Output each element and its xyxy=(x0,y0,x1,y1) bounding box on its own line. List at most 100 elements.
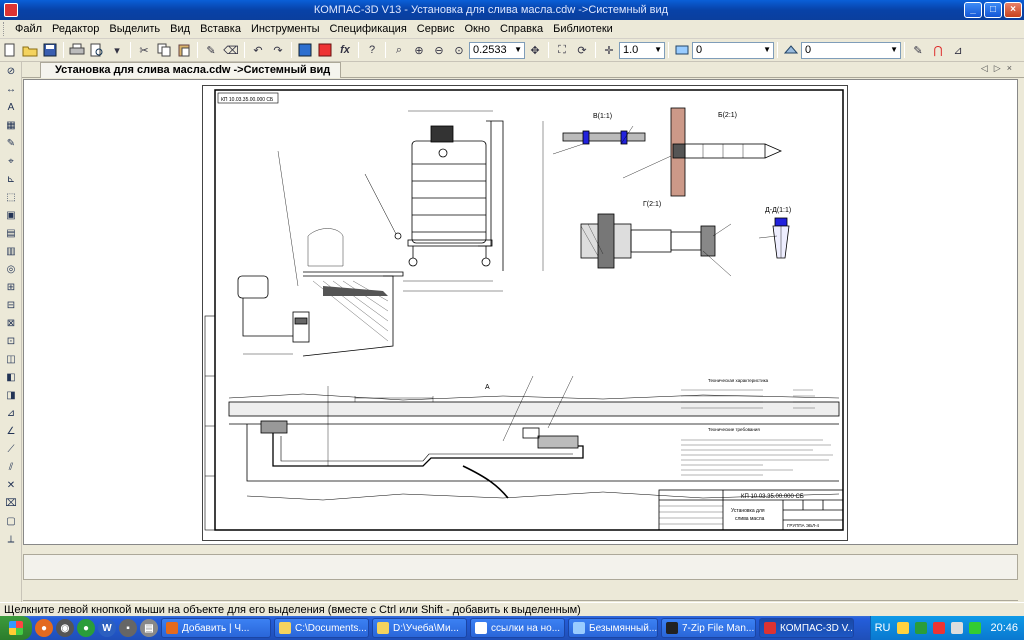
paste-icon[interactable] xyxy=(175,41,193,59)
tool-icon[interactable]: ⊟ xyxy=(2,297,20,314)
dimensions-icon[interactable]: ↔ xyxy=(2,81,20,98)
geometry-calc-icon[interactable]: ⊿ xyxy=(949,41,967,59)
cursor-step-field[interactable]: 1.0 ▼ xyxy=(619,41,665,59)
select-icon[interactable]: ⬚ xyxy=(2,189,20,206)
quicklaunch-icon[interactable]: ▤ xyxy=(140,619,158,637)
quicklaunch-icon[interactable]: ◉ xyxy=(56,619,74,637)
tray-volume-icon[interactable] xyxy=(951,622,964,634)
task-kompas[interactable]: КОМПАС-3D V... xyxy=(759,618,854,638)
properties-icon[interactable]: ✎ xyxy=(909,41,927,59)
chevron-down-icon[interactable]: ▼ xyxy=(654,45,662,54)
tool-icon[interactable]: ◫ xyxy=(2,351,20,368)
menu-insert[interactable]: Вставка xyxy=(195,23,246,35)
menu-service[interactable]: Сервис xyxy=(412,23,460,35)
layer-icon[interactable] xyxy=(673,41,691,59)
quicklaunch-icon[interactable]: ▪ xyxy=(119,619,137,637)
menu-grip[interactable] xyxy=(3,22,6,36)
tool-icon[interactable]: ⊞ xyxy=(2,279,20,296)
copy-properties-icon[interactable]: ✎ xyxy=(202,41,220,59)
edit-icon[interactable]: ✎ xyxy=(2,135,20,152)
minimize-button[interactable]: _ xyxy=(964,2,982,18)
document-tab[interactable]: Установка для слива масла.cdw ->Системны… xyxy=(40,61,342,78)
tool-icon[interactable]: ⟋ xyxy=(2,441,20,458)
task-word[interactable]: ссылки на но... xyxy=(470,618,565,638)
cleanup-icon[interactable]: ⌫ xyxy=(222,41,240,59)
tool-icon[interactable]: ▢ xyxy=(2,513,20,530)
tray-antivirus-icon[interactable] xyxy=(933,622,946,634)
tool-icon[interactable]: ✕ xyxy=(2,477,20,494)
tool-icon[interactable]: ◨ xyxy=(2,387,20,404)
zoom-level-field[interactable]: 0.2533 ▼ xyxy=(469,41,525,59)
insertions-icon[interactable]: ◎ xyxy=(2,261,20,278)
tray-shield-icon[interactable] xyxy=(897,622,910,634)
style-icon[interactable] xyxy=(782,41,800,59)
close-button[interactable]: × xyxy=(1004,2,1022,18)
tool-icon[interactable]: ⊿ xyxy=(2,405,20,422)
menu-tools[interactable]: Инструменты xyxy=(246,23,325,35)
geometry-icon[interactable]: ⊘ xyxy=(2,63,20,80)
menu-file[interactable]: Файл xyxy=(10,23,47,35)
style-field[interactable]: 0 ▼ xyxy=(801,41,901,59)
zoom-in-icon[interactable]: ⊕ xyxy=(410,41,428,59)
task-7zip[interactable]: 7-Zip File Man... xyxy=(661,618,756,638)
menu-window[interactable]: Окно xyxy=(459,23,495,35)
tool-icon[interactable]: ⟂ xyxy=(2,531,20,548)
hatch-icon[interactable]: ▦ xyxy=(2,117,20,134)
parametrization-icon[interactable]: ⌖ xyxy=(2,153,20,170)
redo-icon[interactable]: ↷ xyxy=(269,41,287,59)
tray-status-icon[interactable] xyxy=(969,622,982,634)
task-browser[interactable]: Добавить | Ч... xyxy=(161,618,271,638)
menu-help[interactable]: Справка xyxy=(495,23,548,35)
firefox-icon[interactable]: ● xyxy=(35,619,53,637)
tab-navigation[interactable]: ◁▷× xyxy=(981,63,1018,74)
tool-icon[interactable]: ⌧ xyxy=(2,495,20,512)
layer-field[interactable]: 0 ▼ xyxy=(692,41,774,59)
task-paint[interactable]: Безымянный... xyxy=(568,618,658,638)
maximize-button[interactable]: □ xyxy=(984,2,1002,18)
cut-icon[interactable]: ✂ xyxy=(135,41,153,59)
zoom-out-icon[interactable]: ⊖ xyxy=(430,41,448,59)
dropdown-arrow-icon[interactable]: ▾ xyxy=(108,41,126,59)
tray-network-icon[interactable] xyxy=(915,622,928,634)
clock[interactable]: 20:46 xyxy=(990,622,1018,634)
skype-icon[interactable]: ● xyxy=(77,619,95,637)
show-all-icon[interactable]: ⛶ xyxy=(553,41,571,59)
properties-panel[interactable] xyxy=(23,554,1018,580)
magnet-icon[interactable]: ⋂ xyxy=(929,41,947,59)
zoom-window-icon[interactable]: ⌕ xyxy=(390,41,408,59)
menu-libraries[interactable]: Библиотеки xyxy=(548,23,618,35)
drawing-canvas[interactable]: КП 10.03.35.00.000 СБ В(1:1) Б(2:1) Г(2:… xyxy=(23,79,1018,545)
new-document-icon[interactable] xyxy=(1,41,19,59)
word-icon[interactable]: W xyxy=(98,619,116,637)
chevron-down-icon[interactable]: ▼ xyxy=(763,45,771,54)
designations-icon[interactable]: A xyxy=(2,99,20,116)
variables-icon[interactable] xyxy=(316,41,334,59)
zoom-scale-icon[interactable]: ⊙ xyxy=(450,41,468,59)
task-explorer-docs[interactable]: C:\Documents... xyxy=(274,618,369,638)
manager-icon[interactable] xyxy=(296,41,314,59)
associative-views-icon[interactable]: ▣ xyxy=(2,207,20,224)
undo-icon[interactable]: ↶ xyxy=(249,41,267,59)
tool-icon[interactable]: ⫽ xyxy=(2,459,20,476)
tool-icon[interactable]: ◧ xyxy=(2,369,20,386)
save-icon[interactable] xyxy=(41,41,59,59)
menu-specification[interactable]: Спецификация xyxy=(325,23,412,35)
copy-icon[interactable] xyxy=(155,41,173,59)
start-button[interactable] xyxy=(0,616,32,640)
task-explorer-study[interactable]: D:\Учеба\Ми... xyxy=(372,618,467,638)
function-icon[interactable]: fx xyxy=(336,41,354,59)
pan-icon[interactable]: ✥ xyxy=(526,41,544,59)
menu-select[interactable]: Выделить xyxy=(104,23,165,35)
refresh-icon[interactable]: ⟳ xyxy=(573,41,591,59)
language-indicator[interactable]: RU xyxy=(875,622,891,634)
tool-icon[interactable]: ∠ xyxy=(2,423,20,440)
snap-step-icon[interactable]: ✛ xyxy=(600,41,618,59)
open-folder-icon[interactable] xyxy=(21,41,39,59)
menu-editor[interactable]: Редактор xyxy=(47,23,104,35)
tool-icon[interactable]: ⊡ xyxy=(2,333,20,350)
help-pointer-icon[interactable]: ? xyxy=(363,41,381,59)
reports-icon[interactable]: ▥ xyxy=(2,243,20,260)
menu-view[interactable]: Вид xyxy=(165,23,195,35)
measure-icon[interactable]: ⊾ xyxy=(2,171,20,188)
special-control-panel[interactable] xyxy=(23,581,1018,601)
